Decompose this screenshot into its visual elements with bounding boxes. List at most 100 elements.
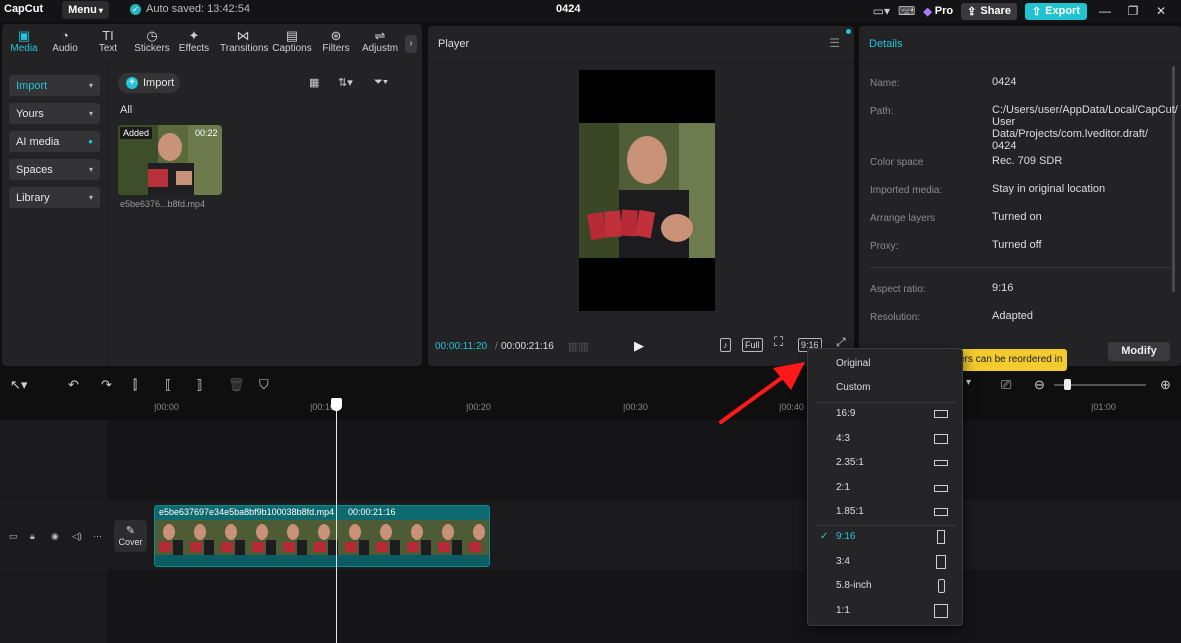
ratio-option-4-3[interactable]: 4:3 bbox=[808, 428, 962, 450]
full-quality-button[interactable]: Full bbox=[742, 338, 763, 352]
preview-axis-icon[interactable]: ⎚ bbox=[1001, 377, 1011, 393]
tab-stickers[interactable]: ◷ Stickers bbox=[130, 28, 174, 54]
divider bbox=[870, 267, 1173, 268]
import-button[interactable]: + Import bbox=[118, 73, 180, 93]
all-filter-label[interactable]: All bbox=[120, 104, 132, 116]
view-grid-icon[interactable]: ▦ bbox=[309, 76, 319, 89]
tab-captions[interactable]: ▤ Captions bbox=[270, 28, 314, 54]
audio-icon[interactable]: ◁) bbox=[72, 531, 82, 542]
annotation-arrow bbox=[719, 362, 805, 424]
minimize-icon[interactable]: — bbox=[1095, 4, 1115, 18]
ratio-option-5-8-inch[interactable]: 5.8-inch bbox=[808, 575, 962, 597]
close-icon[interactable]: ✕ bbox=[1151, 4, 1171, 18]
keyboard-icon[interactable]: ⌨ bbox=[898, 4, 915, 18]
ratio-option-original[interactable]: Original bbox=[808, 353, 962, 375]
chevron-right-icon[interactable]: › bbox=[405, 35, 417, 53]
video-preview[interactable] bbox=[579, 70, 715, 311]
tab-transitions[interactable]: ⋈ Transitions bbox=[220, 28, 269, 54]
tab-effects[interactable]: ✦ Effects bbox=[172, 28, 216, 54]
sidebar-item-yours[interactable]: Yours ▾ bbox=[9, 103, 100, 124]
phone-shape-icon bbox=[938, 579, 945, 593]
hamburger-menu-icon[interactable]: ☰ bbox=[829, 36, 840, 50]
ratio-label: 5.8-inch bbox=[836, 580, 872, 591]
zoom-in-icon[interactable]: ⊕ bbox=[1160, 377, 1171, 393]
ratio-option-2-35-1[interactable]: 2.35:1 bbox=[808, 452, 962, 474]
ratio-option-custom[interactable]: Custom bbox=[808, 377, 962, 399]
split-right-icon[interactable]: ⟧ bbox=[196, 377, 202, 393]
more-icon[interactable]: ⋯ bbox=[93, 531, 102, 542]
chevron-down-icon: ▾ bbox=[88, 81, 93, 90]
tab-label: Effects bbox=[178, 43, 210, 54]
menu-button[interactable]: Menu ▾ bbox=[62, 1, 109, 19]
sidebar-item-ai-media[interactable]: AI media ● bbox=[9, 131, 100, 152]
sidebar-item-library[interactable]: Library ▾ bbox=[9, 187, 100, 208]
ratio-option-16-9[interactable]: 16:9 bbox=[808, 403, 962, 425]
tab-label: Text bbox=[98, 43, 118, 54]
export-label: Export bbox=[1045, 5, 1080, 17]
video-frame-image bbox=[579, 70, 715, 311]
chevron-down-icon[interactable]: ▾ bbox=[966, 377, 971, 388]
diamond-icon: ◆ bbox=[923, 5, 932, 18]
tab-text[interactable]: TI Text bbox=[86, 28, 130, 54]
lock-icon[interactable]: 🔒︎ bbox=[30, 531, 35, 542]
restore-icon[interactable]: ❐ bbox=[1123, 4, 1143, 18]
ratio-label: 2.35:1 bbox=[836, 457, 864, 468]
redo-icon[interactable]: ↷ bbox=[101, 377, 112, 393]
export-button[interactable]: ⇧ Export bbox=[1024, 2, 1087, 20]
layout-icon[interactable]: ▭▾ bbox=[873, 4, 890, 18]
tab-adjustment[interactable]: ⇌ Adjustm bbox=[358, 28, 402, 54]
square-shape-icon bbox=[934, 604, 948, 618]
ratio-option-1-1[interactable]: 1:1 bbox=[808, 600, 962, 622]
audio-icon: ◔ bbox=[61, 28, 69, 43]
cover-button[interactable]: ✎ Cover bbox=[114, 520, 147, 552]
ratio-option-3-4[interactable]: 3:4 bbox=[808, 551, 962, 573]
tiktok-icon[interactable]: ♪ bbox=[720, 338, 731, 352]
tab-media[interactable]: ▣ Media bbox=[2, 28, 46, 54]
ratio-option-2-1[interactable]: 2:1 bbox=[808, 477, 962, 499]
scrollbar[interactable] bbox=[1172, 66, 1175, 292]
menu-label: Menu bbox=[68, 4, 97, 16]
zoom-slider-handle[interactable] bbox=[1064, 379, 1071, 390]
sidebar-item-label: Import bbox=[16, 79, 48, 92]
tab-audio[interactable]: ◔ Audio bbox=[43, 28, 87, 54]
sidebar-item-import[interactable]: Import ▾ bbox=[9, 75, 100, 96]
shield-icon[interactable]: ⛉ bbox=[259, 377, 269, 393]
ratio-label: 9:16 bbox=[836, 531, 856, 542]
delete-icon[interactable]: 🗑 bbox=[228, 377, 245, 393]
undo-icon[interactable]: ↶ bbox=[68, 377, 79, 393]
sidebar-item-label: AI media bbox=[16, 135, 60, 148]
zoom-fit-icon[interactable]: ⛶ bbox=[772, 335, 785, 350]
modify-button[interactable]: Modify bbox=[1108, 342, 1170, 361]
edit-icon: ✎ bbox=[125, 525, 136, 537]
select-tool-icon[interactable]: ↖▾ bbox=[10, 377, 27, 393]
chevron-down-icon: ▾ bbox=[88, 165, 93, 174]
details-title: Details bbox=[869, 38, 903, 50]
split-left-icon[interactable]: ⟦ bbox=[165, 377, 171, 393]
split-icon[interactable]: ⫿ bbox=[133, 377, 137, 393]
playhead-handle[interactable] bbox=[331, 398, 342, 411]
track-thumbnail-icon[interactable]: ▭ bbox=[9, 531, 18, 542]
share-button[interactable]: ⇪ Share bbox=[961, 2, 1017, 20]
sidebar-item-spaces[interactable]: Spaces ▾ bbox=[9, 159, 100, 180]
tab-filters[interactable]: ⊛ Filters bbox=[314, 28, 358, 54]
ratio-option-9-16[interactable]: ✓ 9:16 bbox=[808, 526, 962, 548]
details-panel: Details Name: 0424 Path: C:/Users/user/A… bbox=[859, 26, 1181, 371]
ratio-option-1-85-1[interactable]: 1.85:1 bbox=[808, 501, 962, 523]
pro-button[interactable]: ◆ Pro bbox=[923, 5, 953, 18]
clip-filename: e5be637697e34e5ba8bf9b100038b8fd.mp4 bbox=[159, 507, 335, 517]
cover-label: Cover bbox=[118, 537, 143, 547]
import-label: Import bbox=[143, 77, 175, 89]
aspect-ratio-menu: Original Custom 16:9 4:3 2.35:1 2:1 1.85… bbox=[807, 348, 963, 626]
adjustment-icon: ⇌ bbox=[374, 28, 386, 43]
detail-value: Adapted bbox=[992, 310, 1033, 322]
stickers-icon: ◷ bbox=[146, 28, 158, 43]
playhead-line[interactable] bbox=[336, 408, 337, 643]
added-badge: Added bbox=[120, 127, 153, 139]
timeline-grid-icon[interactable]: ▥▥ bbox=[568, 340, 589, 353]
sort-icon[interactable]: ⇅▾ bbox=[338, 76, 353, 89]
eye-icon[interactable]: ◉ bbox=[51, 531, 59, 542]
landscape-shape-icon bbox=[934, 410, 948, 418]
filter-icon[interactable]: ⏷▾ bbox=[374, 76, 388, 89]
zoom-out-icon[interactable]: ⊖ bbox=[1034, 377, 1045, 393]
play-icon[interactable]: ▶ bbox=[634, 338, 644, 354]
